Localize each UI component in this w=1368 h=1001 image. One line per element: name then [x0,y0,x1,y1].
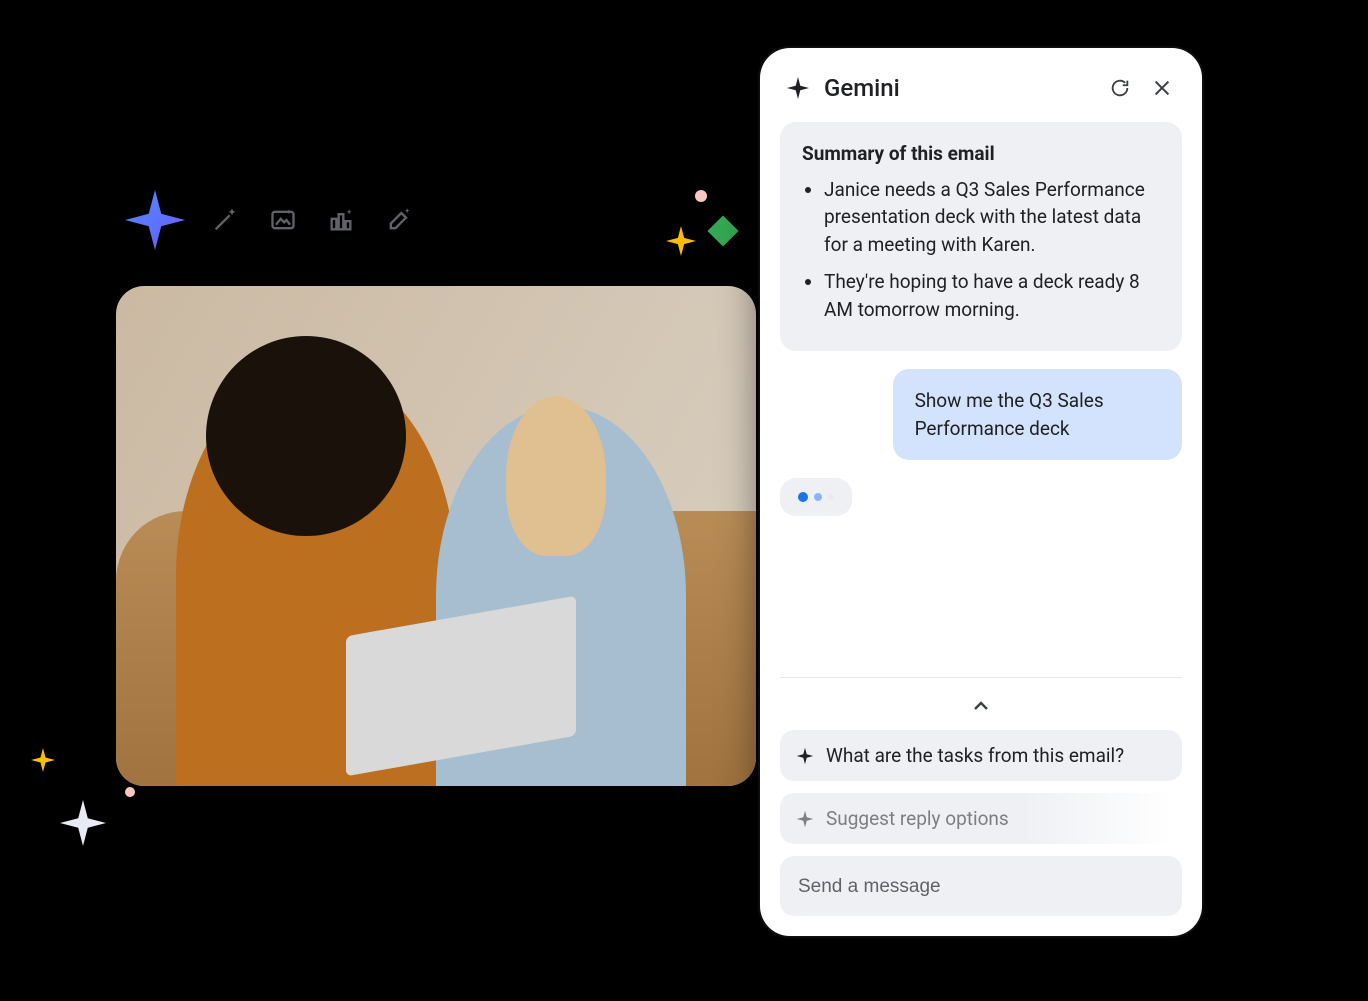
decorative-diamond [707,215,738,246]
typing-indicator [780,478,852,516]
sparkle-icon [796,747,814,765]
summary-bullet: They're hoping to have a deck ready 8 AM… [824,268,1162,323]
assistant-summary-bubble: Summary of this email Janice needs a Q3 … [780,122,1182,351]
gemini-panel: Gemini Summary of this email Janice need… [760,48,1202,936]
refresh-button[interactable] [1106,74,1134,102]
chevron-up-icon[interactable] [966,694,996,718]
sparkle-icon [796,810,814,828]
suggestion-chip[interactable]: Suggest reply options [780,793,1182,844]
message-input[interactable] [798,876,1164,898]
brush-sparkle-icon[interactable] [384,205,414,235]
message-composer[interactable] [780,856,1182,916]
sparkle-icon [125,190,185,250]
chart-column-icon[interactable] [326,205,356,235]
suggestion-text: Suggest reply options [826,807,1009,830]
gemini-footer: What are the tasks from this email? Sugg… [780,677,1182,916]
summary-bullet: Janice needs a Q3 Sales Performance pres… [824,176,1162,259]
ai-tools-toolbar [210,205,414,235]
gemini-conversation: Summary of this email Janice needs a Q3 … [780,116,1182,677]
close-button[interactable] [1148,74,1176,102]
user-message-bubble: Show me the Q3 Sales Performance deck [893,369,1182,460]
gemini-header: Gemini [780,70,1182,116]
sparkle-icon [60,800,106,846]
decorative-dot [695,190,707,202]
decorative-dot [125,787,135,797]
magic-wand-icon[interactable] [210,205,240,235]
sparkle-icon [31,748,55,772]
suggestion-chip[interactable]: What are the tasks from this email? [780,730,1182,781]
sparkle-icon [666,226,696,256]
summary-list: Janice needs a Q3 Sales Performance pres… [802,176,1162,324]
suggestion-text: What are the tasks from this email? [826,744,1124,767]
summary-heading: Summary of this email [802,140,1162,168]
hero-photo [116,286,756,786]
gemini-title: Gemini [824,74,1092,102]
image-sparkle-icon[interactable] [268,205,298,235]
gemini-sparkle-icon [786,76,810,100]
